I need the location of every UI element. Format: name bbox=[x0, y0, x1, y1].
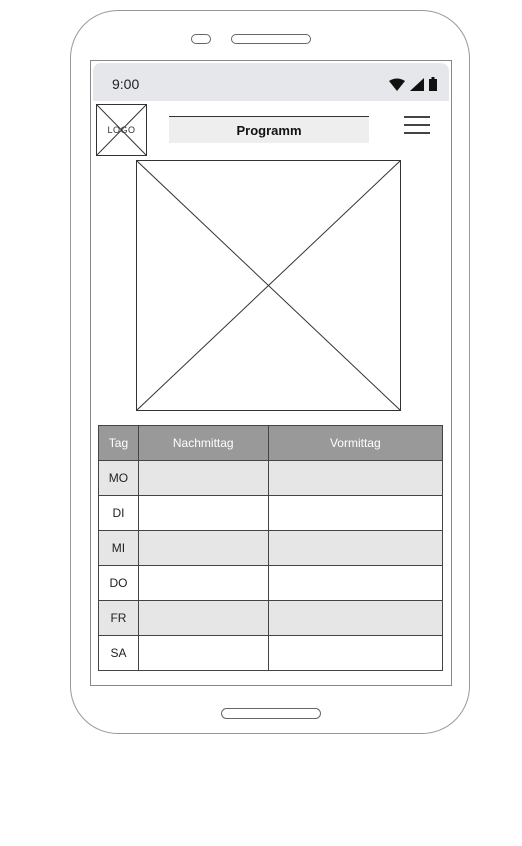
table-row: MI bbox=[98, 530, 444, 566]
battery-icon bbox=[429, 77, 437, 91]
nachmittag-cell[interactable] bbox=[137, 530, 269, 566]
column-header-tag: Tag bbox=[98, 425, 139, 461]
day-cell: DI bbox=[98, 495, 139, 531]
vormittag-cell[interactable] bbox=[267, 460, 444, 496]
home-button[interactable] bbox=[221, 708, 321, 719]
vormittag-cell[interactable] bbox=[267, 495, 444, 531]
speaker-pill bbox=[231, 34, 311, 44]
column-header-nachmittag: Nachmittag bbox=[137, 425, 269, 461]
vormittag-cell[interactable] bbox=[267, 530, 444, 566]
vormittag-cell[interactable] bbox=[267, 635, 444, 671]
table-row: SA bbox=[98, 635, 444, 671]
table-header-row: Tag Nachmittag Vormittag bbox=[98, 425, 444, 461]
day-cell: FR bbox=[98, 600, 139, 636]
table-row: FR bbox=[98, 600, 444, 636]
image-placeholder bbox=[136, 160, 401, 411]
nachmittag-cell[interactable] bbox=[137, 635, 269, 671]
logo-label: LOGO bbox=[107, 125, 136, 135]
page-title: Programm bbox=[169, 116, 369, 143]
day-cell: SA bbox=[98, 635, 139, 671]
nachmittag-cell[interactable] bbox=[137, 565, 269, 601]
nachmittag-cell[interactable] bbox=[137, 495, 269, 531]
camera-pill bbox=[191, 34, 211, 44]
table-row: DI bbox=[98, 495, 444, 531]
status-bar: 9:00 bbox=[93, 63, 449, 101]
day-cell: MI bbox=[98, 530, 139, 566]
status-icons bbox=[389, 77, 437, 91]
wifi-icon bbox=[389, 78, 405, 91]
logo: LOGO bbox=[96, 104, 147, 156]
column-header-vormittag: Vormittag bbox=[267, 425, 444, 461]
day-cell: MO bbox=[98, 460, 139, 496]
table-row: DO bbox=[98, 565, 444, 601]
table-row: MO bbox=[98, 460, 444, 496]
vormittag-cell[interactable] bbox=[267, 565, 444, 601]
nachmittag-cell[interactable] bbox=[137, 460, 269, 496]
schedule-table: Tag Nachmittag Vormittag MO DI MI DO FR bbox=[98, 425, 444, 671]
image-placeholder-icon bbox=[137, 161, 400, 410]
hamburger-menu-icon[interactable] bbox=[403, 115, 431, 135]
day-cell: DO bbox=[98, 565, 139, 601]
nachmittag-cell[interactable] bbox=[137, 600, 269, 636]
signal-icon bbox=[410, 78, 424, 91]
status-time: 9:00 bbox=[112, 76, 140, 92]
vormittag-cell[interactable] bbox=[267, 600, 444, 636]
